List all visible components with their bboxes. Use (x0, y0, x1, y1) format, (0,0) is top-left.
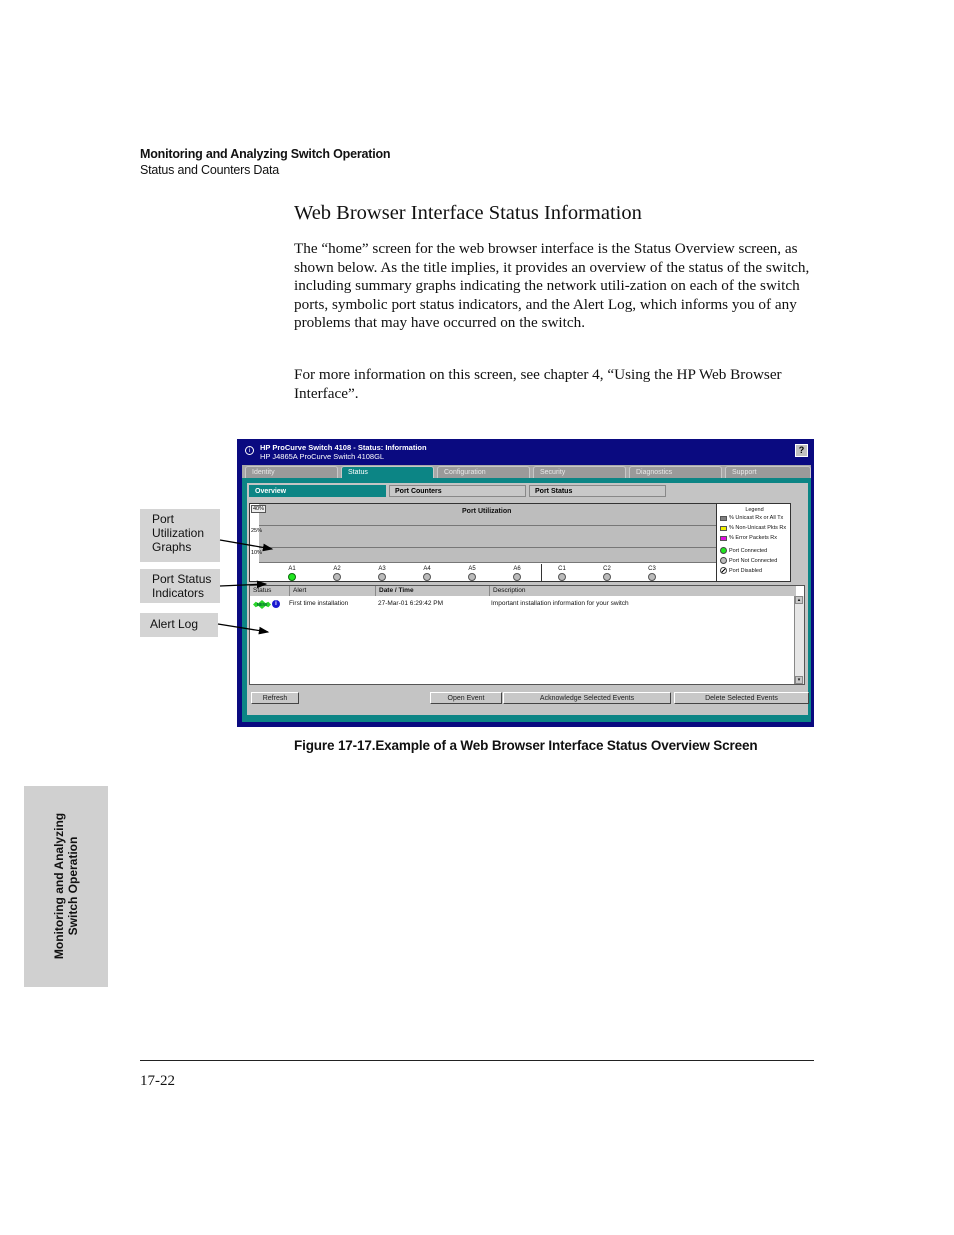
error-packets-swatch-icon (720, 535, 727, 541)
subtab-port-counters[interactable]: Port Counters (389, 485, 526, 497)
port-disabled-icon (720, 567, 727, 574)
port-indicator[interactable]: A4 (417, 566, 437, 581)
help-button[interactable]: ? (795, 444, 808, 457)
tab-support[interactable]: Support (725, 466, 811, 478)
alert-name: First time installation (289, 600, 349, 607)
scale-label-10: 10% (251, 550, 263, 556)
unicast-swatch-icon (720, 515, 727, 521)
column-header-description[interactable]: Description (490, 586, 796, 596)
port-connected-icon (288, 573, 296, 581)
status-overview-screenshot: i HP ProCurve Switch 4108 - Status: Info… (237, 439, 814, 727)
scroll-up-icon[interactable]: ▴ (795, 596, 803, 604)
alert-log-header: Status Alert Date / Time Description (250, 586, 796, 596)
page-number: 17-22 (140, 1073, 175, 1089)
delete-events-button[interactable]: Delete Selected Events (674, 692, 809, 704)
legend-label: Port Connected (729, 547, 768, 554)
legend-title: Legend (745, 507, 764, 513)
port-indicator[interactable]: C1 (552, 566, 572, 581)
port-label: C2 (603, 566, 611, 572)
port-not-connected-icon (558, 573, 566, 581)
callout-alert-log: Alert Log (140, 613, 218, 637)
window-subtitle: HP J4865A ProCurve Switch 4108GL (260, 452, 385, 461)
port-label: A2 (333, 566, 341, 572)
column-header-status[interactable]: Status (250, 586, 290, 596)
port-utilization-graph: 40% 25% 10% Port Utilization A1 A2 A3 A4… (249, 503, 791, 582)
legend: Legend % Unicast Rx or All Tx % Non-Unic… (716, 504, 792, 581)
utilization-band (259, 526, 716, 548)
column-header-alert[interactable]: Alert (290, 586, 376, 596)
open-event-button[interactable]: Open Event (430, 692, 502, 704)
port-not-connected-icon (513, 573, 521, 581)
window-title: HP ProCurve Switch 4108 - Status: Inform… (260, 443, 427, 452)
port-not-connected-icon (720, 557, 727, 564)
subtab-port-status[interactable]: Port Status (529, 485, 666, 497)
port-indicator[interactable]: A5 (462, 566, 482, 581)
port-not-connected-icon (603, 573, 611, 581)
port-label: A5 (468, 566, 476, 572)
subtab-overview[interactable]: Overview (249, 485, 386, 497)
section-title: Web Browser Interface Status Information (294, 202, 642, 224)
vertical-scrollbar[interactable]: ▴ ▾ (794, 596, 804, 684)
side-tab-line1: Monitoring and Analyzing (52, 812, 66, 960)
footer-rule (140, 1060, 814, 1061)
non-unicast-swatch-icon (720, 525, 727, 531)
port-label: C3 (648, 566, 656, 572)
port-label: A6 (513, 566, 521, 572)
tab-configuration[interactable]: Configuration (437, 466, 530, 478)
port-indicator[interactable]: A1 (282, 566, 302, 581)
running-header-chapter: Monitoring and Analyzing Switch Operatio… (140, 147, 391, 161)
legend-label: % Error Packets Rx (729, 535, 777, 541)
port-connected-icon (720, 547, 727, 554)
port-not-connected-icon (378, 573, 386, 581)
acknowledge-events-button[interactable]: Acknowledge Selected Events (503, 692, 671, 704)
port-not-connected-icon (423, 573, 431, 581)
refresh-button[interactable]: Refresh (251, 692, 299, 704)
scroll-down-icon[interactable]: ▾ (795, 676, 803, 684)
legend-label: % Non-Unicast Pkts Rx (729, 525, 787, 531)
side-tab-line2: Switch Operation (66, 836, 80, 936)
port-indicator[interactable]: A2 (327, 566, 347, 581)
callout-port-status: Port Status Indicators (140, 569, 220, 603)
port-indicator[interactable]: A3 (372, 566, 392, 581)
scale-label-40[interactable]: 40% (251, 505, 267, 513)
window-titlebar: i HP ProCurve Switch 4108 - Status: Info… (240, 441, 811, 463)
utilization-band (259, 548, 716, 563)
port-label: C1 (558, 566, 566, 572)
body-paragraph: For more information on this screen, see… (294, 366, 782, 402)
port-indicator[interactable]: A6 (507, 566, 527, 581)
callout-port-utilization: Port Utilization Graphs (140, 509, 220, 562)
tab-security[interactable]: Security (533, 466, 626, 478)
port-indicator[interactable]: C3 (642, 566, 662, 581)
port-not-connected-icon (468, 573, 476, 581)
port-label: A3 (378, 566, 386, 572)
info-icon: i (245, 446, 254, 455)
alert-datetime: 27-Mar-01 6:29:42 PM (378, 600, 444, 607)
info-icon: i (272, 600, 280, 608)
port-not-connected-icon (648, 573, 656, 581)
alert-description: Important installation information for y… (491, 600, 629, 607)
port-indicator[interactable]: C2 (597, 566, 617, 581)
port-utilization-title: Port Utilization (462, 508, 512, 515)
legend-label: % Unicast Rx or All Tx (729, 515, 784, 521)
tab-diagnostics[interactable]: Diagnostics (629, 466, 722, 478)
scale-label-25: 25% (251, 528, 263, 534)
port-not-connected-icon (333, 573, 341, 581)
new-alert-icon: NEW (253, 600, 271, 609)
alert-log-table: Status Alert Date / Time Description NEW… (249, 585, 805, 685)
main-tabs: Identity Status Configuration Security D… (242, 465, 811, 480)
legend-label: Port Not Connected (729, 557, 778, 564)
port-label: A1 (288, 566, 296, 572)
body-paragraph: The “home” screen for the web browser in… (294, 240, 810, 332)
column-header-datetime[interactable]: Date / Time (376, 586, 490, 596)
chapter-side-tab: Monitoring and Analyzing Switch Operatio… (24, 786, 108, 987)
tab-identity[interactable]: Identity (245, 466, 338, 478)
running-header-section: Status and Counters Data (140, 163, 280, 177)
legend-label: Port Disabled (729, 567, 763, 574)
figure-caption: Figure 17-17.Example of a Web Browser In… (294, 738, 758, 753)
port-group-divider (541, 564, 542, 581)
port-label: A4 (423, 566, 431, 572)
